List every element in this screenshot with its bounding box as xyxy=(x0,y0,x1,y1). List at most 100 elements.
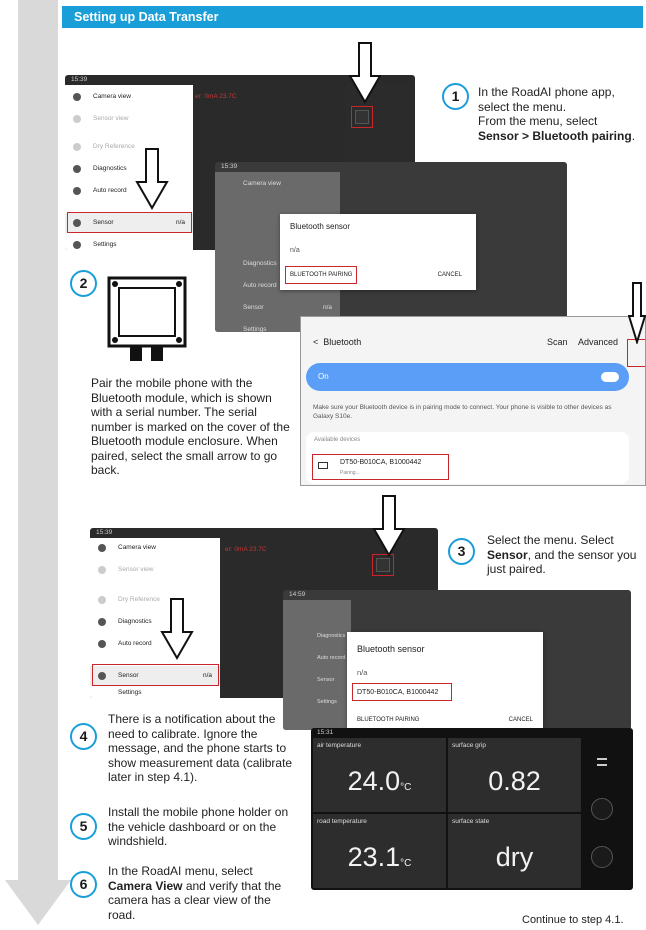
tile-value: 24.0°C xyxy=(313,766,446,797)
tile-label: road temperature xyxy=(317,818,367,825)
menu-label: Sensor view xyxy=(93,115,129,122)
bluetooth-pairing-button[interactable]: BLUETOOTH PAIRING xyxy=(357,717,419,723)
step-1-line: In the RoadAI phone app, xyxy=(478,85,615,99)
step-1-text: In the RoadAI phone app, select the menu… xyxy=(478,85,643,143)
surface-state-tile: surface state dry xyxy=(448,814,581,888)
scan-button[interactable]: Scan xyxy=(547,337,568,347)
highlight-device xyxy=(352,683,452,701)
bars-icon xyxy=(98,566,106,574)
available-label: Available devices xyxy=(314,437,361,443)
toggle-switch[interactable] xyxy=(601,372,619,382)
dialog-value: n/a xyxy=(357,668,368,677)
highlight-menu-icon xyxy=(351,106,373,128)
step-3-pre: Select the menu. Select xyxy=(487,533,614,547)
tile-label: surface state xyxy=(452,818,490,825)
step-6-pre: In the RoadAI menu, select xyxy=(108,864,253,878)
dialog-title: Bluetooth sensor xyxy=(357,644,425,654)
step-1-after: . xyxy=(631,128,636,143)
tile-label: air temperature xyxy=(317,742,362,749)
highlight-menu-icon xyxy=(372,554,394,576)
bluetooth-toggle-row[interactable]: On xyxy=(306,363,629,391)
menu-label: Camera view xyxy=(243,180,281,187)
menu-item-diagnostics[interactable]: Diagnostics xyxy=(283,626,351,646)
tile-label: surface grip xyxy=(452,742,486,749)
menu-label: Diagnostics xyxy=(317,633,346,639)
highlight-device xyxy=(312,454,449,480)
menu-label: Settings xyxy=(93,241,117,248)
menu-item-sensor-view[interactable]: Sensor view xyxy=(90,560,220,580)
menu-label: Camera view xyxy=(118,544,156,551)
continue-note: Continue to step 4.1. xyxy=(522,914,624,926)
bluetooth-back[interactable]: < Bluetooth xyxy=(313,337,361,347)
highlight-sensor xyxy=(92,664,219,686)
gear-icon xyxy=(73,241,81,249)
dialog-title: Bluetooth sensor xyxy=(290,222,351,231)
down-arrow-icon xyxy=(372,495,406,557)
step-1-number: 1 xyxy=(442,83,469,110)
menu-label: Auto record xyxy=(118,640,152,647)
status-time: 14:59 xyxy=(289,591,306,598)
camera-button[interactable] xyxy=(591,846,613,868)
app-menu-dimmed: Diagnostics Auto record Sensor Settings xyxy=(283,600,351,730)
step-5-text: Install the mobile phone holder on the v… xyxy=(108,805,289,848)
menu-item-settings[interactable]: Settings xyxy=(90,688,220,698)
menu-label: Auto record xyxy=(243,282,277,289)
down-arrow-icon xyxy=(628,282,646,344)
flow-arrow-bar xyxy=(18,0,58,890)
menu-item-auto-record[interactable]: Auto record xyxy=(65,181,193,201)
menu-item-diagnostics[interactable]: Diagnostics xyxy=(90,612,220,632)
record-icon xyxy=(73,187,81,195)
menu-item-camera-view[interactable]: Camera view xyxy=(215,174,340,194)
menu-item-sensor[interactable]: Sensor n/a xyxy=(215,298,340,318)
menu-item-settings[interactable]: Settings xyxy=(283,692,351,712)
step-6-number: 6 xyxy=(70,871,97,898)
step-1-line: From the menu, select xyxy=(478,114,598,128)
step-1-bold: Sensor > Bluetooth pairing xyxy=(478,128,632,143)
menu-item-dry-reference[interactable]: Dry Reference xyxy=(90,590,220,610)
tile-value: 23.1°C xyxy=(313,842,446,873)
down-arrow-icon xyxy=(135,148,169,210)
phone-dialog-screenshot-2: 14:59 Diagnostics Auto record Sensor Set… xyxy=(283,590,631,730)
step-4-number: 4 xyxy=(70,723,97,750)
section-title: Setting up Data Transfer xyxy=(62,6,643,28)
menu-label: Camera view xyxy=(93,93,131,100)
cancel-button[interactable]: CANCEL xyxy=(438,272,462,278)
tile-value: 0.82 xyxy=(488,766,541,796)
menu-label: Auto record xyxy=(93,187,127,194)
status-time: 15:39 xyxy=(221,163,238,170)
bluetooth-settings-screenshot: < Bluetooth Scan Advanced On Make sure y… xyxy=(300,316,646,486)
menu-item-camera-view[interactable]: Camera view xyxy=(90,538,220,558)
menu-item-settings[interactable]: Settings xyxy=(65,235,193,250)
check-icon xyxy=(73,165,81,173)
camera-icon xyxy=(73,93,81,101)
bluetooth-sensor-dialog: Bluetooth sensor n/a DT50-B010CA, B10004… xyxy=(347,632,543,730)
video-button[interactable] xyxy=(591,798,613,820)
menu-item-auto-record[interactable]: Auto record xyxy=(283,648,351,668)
cancel-button[interactable]: CANCEL xyxy=(509,717,533,723)
menu-item-sensor[interactable]: Sensor xyxy=(283,670,351,690)
step-3-number: 3 xyxy=(448,538,475,565)
highlight-sensor xyxy=(67,212,192,233)
bluetooth-info: Make sure your Bluetooth device is in pa… xyxy=(313,404,612,420)
bluetooth-sensor-dialog: Bluetooth sensor n/a BLUETOOTH PAIRING C… xyxy=(280,214,476,290)
highlight-pairing xyxy=(285,266,357,284)
trend-icon xyxy=(98,596,106,604)
menu-item-diagnostics[interactable]: Diagnostics xyxy=(65,159,193,179)
menu-label: Diagnostics xyxy=(243,260,277,267)
menu-item-camera-view[interactable]: Camera view xyxy=(65,87,193,107)
step-6-bold: Camera View xyxy=(108,878,183,893)
tile-value: dry xyxy=(495,842,534,872)
measurement-screenshot: 15:31 air temperature 24.0°C surface gri… xyxy=(311,728,633,890)
menu-icon[interactable] xyxy=(597,758,607,766)
step-3-text: Select the menu. Select Sensor, and the … xyxy=(487,533,637,577)
menu-label: Diagnostics xyxy=(118,618,152,625)
bg-readout: er: 0mA 23.7C xyxy=(195,93,237,100)
menu-item-sensor-view[interactable]: Sensor view xyxy=(65,109,193,129)
unit: °C xyxy=(400,782,412,793)
menu-item-dry-reference[interactable]: Dry Reference xyxy=(65,137,193,157)
menu-label: Settings xyxy=(317,699,337,705)
menu-label: Settings xyxy=(243,326,267,332)
road-temperature-tile: road temperature 23.1°C xyxy=(313,814,446,888)
advanced-button[interactable]: Advanced xyxy=(578,337,618,347)
menu-item-auto-record[interactable]: Auto record xyxy=(90,634,220,654)
